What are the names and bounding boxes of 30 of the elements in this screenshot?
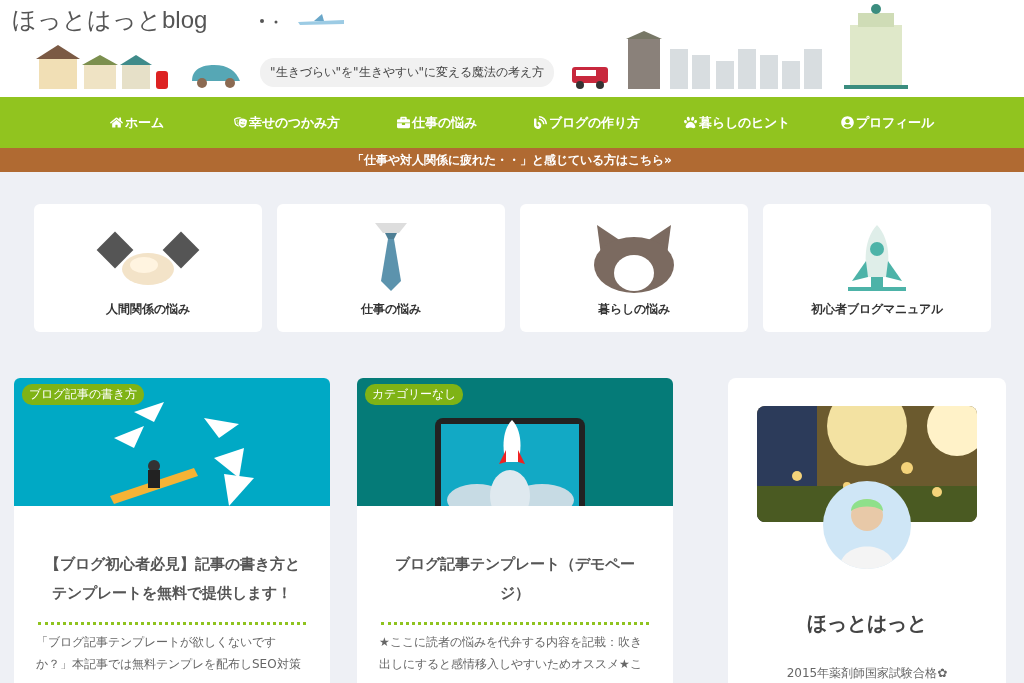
category-label: 初心者ブログマニュアル	[811, 301, 943, 318]
masks-icon	[234, 116, 247, 129]
post-excerpt: 「ブログ記事テンプレートが欲しくないですか？」本記事では無料テンプレを配布しSEO対策	[35, 634, 302, 673]
category-label: 人間関係の悩み	[106, 301, 190, 318]
post-title[interactable]: 【ブログ初心者必見】記事の書き方とテンプレートを無料で提供します！	[14, 506, 330, 608]
notice-link[interactable]: 「仕事や対人関係に疲れた・・」と感じている方はこちら»	[0, 148, 1024, 172]
category-label: 仕事の悩み	[361, 301, 421, 318]
post-card[interactable]: カテゴリーなし ブログ記事テンプレート（デモページ） ★ここに読者の悩みを代弁する内容を記載：吹き出しにすると感情移入しやすいためオススメ★こ	[357, 378, 673, 683]
bus-icon	[572, 67, 609, 89]
profile-bio: 2015年薬剤師国家試験合格✿	[786, 665, 948, 682]
post-excerpt: ★ここに読者の悩みを代弁する内容を記載：吹き出しにすると感情移入しやすいためオススメ★こ	[378, 634, 643, 673]
category-badge: カテゴリーなし	[365, 384, 463, 405]
category-badge: ブログ記事の書き方	[22, 384, 144, 405]
category-card[interactable]: 初心者ブログマニュアル	[763, 204, 991, 332]
paw-icon	[684, 116, 697, 129]
home-icon	[110, 116, 123, 129]
category-card[interactable]: 暮らしの悩み	[520, 204, 748, 332]
tagline-bubble: "生きづらい"を"生きやすい"に変える魔法の考え方	[260, 58, 555, 87]
profile-name: ほっとはっと	[807, 610, 927, 637]
cat-icon	[591, 225, 677, 293]
post-card[interactable]: ブログ記事の書き方 【ブログ初心者必見】記事の書き方とテンプレートを無料で提供します！ 「ブログ記事テンプレートが欲しくないですか？」本記事では無料テンプレを配布しSEO対策	[14, 378, 330, 683]
user-icon	[840, 116, 854, 129]
category-card[interactable]: 人間関係の悩み	[34, 204, 262, 332]
category-card[interactable]: 仕事の悩み	[277, 204, 505, 332]
post-title[interactable]: ブログ記事テンプレート（デモページ）	[357, 506, 673, 608]
category-label: 暮らしの悩み	[598, 301, 670, 318]
blog-icon	[534, 116, 547, 129]
tower-icon	[844, 3, 909, 89]
site-logo[interactable]: ほっとはっとblog	[12, 4, 208, 36]
briefcase-icon	[397, 116, 410, 129]
